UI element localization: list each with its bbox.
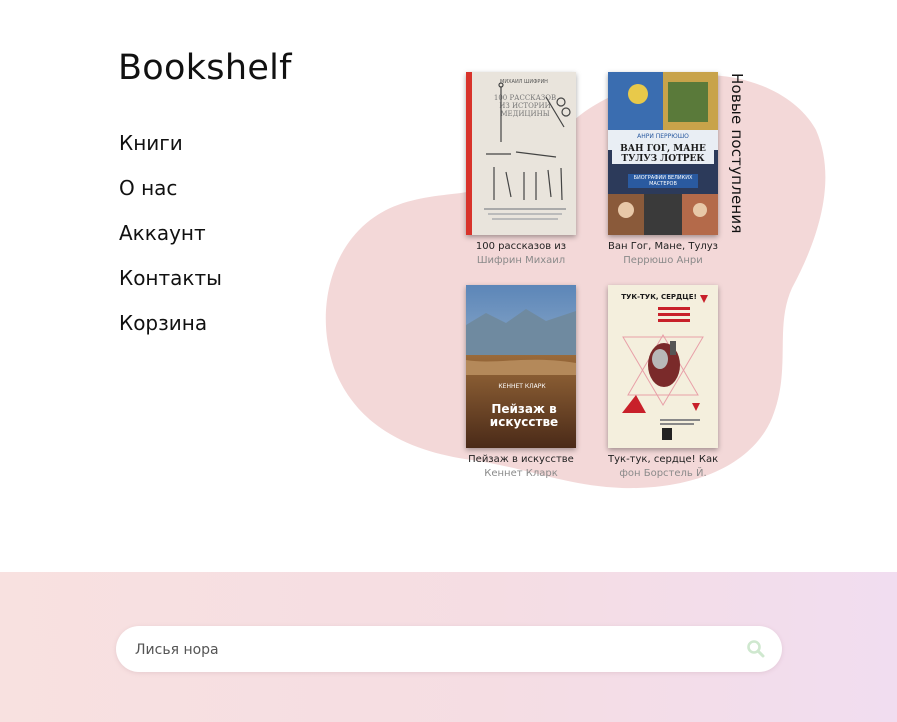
book-cover[interactable]: ТУК-ТУК, СЕРДЦЕ! [608,285,718,448]
new-arrivals-heading: Новые поступления [728,73,746,234]
search-input[interactable] [133,626,737,674]
footer [0,572,897,722]
book-author: Перрюшо Анри [623,255,703,266]
cover-author-text: АНРИ ПЕРРЮШО [637,133,689,140]
nav-item-account[interactable]: Аккаунт [119,220,222,265]
book-cover[interactable]: АНРИ ПЕРРЮШО ВАН ГОГ, МАНЕ ТУЛУЗ ЛОТРЕК … [608,72,718,235]
cover-series-text: БИОГРАФИИ ВЕЛИКИХ МАСТЕРОВ [628,174,698,188]
book-author: Шифрин Михаил [476,255,566,266]
book-card[interactable]: КЕННЕТ КЛАРК Пейзаж в искусстве Пейзаж в… [446,285,596,479]
book-title[interactable]: Ван Гог, Мане, Тулуз- [608,241,718,252]
cover-title-text: Пейзаж в искусстве [489,403,559,429]
search-icon[interactable] [746,639,766,659]
book-author: фон Борстель Й. [619,468,707,479]
book-card[interactable]: МИХАИЛ ШИФРИН 100 РАССКАЗОВ ИЗ ИСТОРИИ М… [446,72,596,266]
book-title[interactable]: 100 рассказов из [466,241,576,252]
nav-item-books[interactable]: Книги [119,130,222,175]
book-author: Кеннет Кларк [484,468,558,479]
book-card[interactable]: АНРИ ПЕРРЮШО ВАН ГОГ, МАНЕ ТУЛУЗ ЛОТРЕК … [588,72,738,266]
cover-title-text: ТУК-ТУК, СЕРДЦЕ! [621,293,697,301]
cover-author-text: МИХАИЛ ШИФРИН [500,79,548,85]
book-title[interactable]: Пейзаж в искусстве [466,454,576,465]
site-logo[interactable]: Bookshelf [118,48,292,88]
book-cover[interactable]: КЕННЕТ КЛАРК Пейзаж в искусстве [466,285,576,448]
book-cover[interactable]: МИХАИЛ ШИФРИН 100 РАССКАЗОВ ИЗ ИСТОРИИ М… [466,72,576,235]
main-nav: Книги О нас Аккаунт Контакты Корзина [119,130,222,355]
nav-item-contacts[interactable]: Контакты [119,265,222,310]
search-bar [116,626,782,674]
nav-item-cart[interactable]: Корзина [119,310,222,355]
book-card[interactable]: ТУК-ТУК, СЕРДЦЕ! Тук-тук, сердце! Как фо… [588,285,738,479]
nav-item-about[interactable]: О нас [119,175,222,220]
book-title[interactable]: Тук-тук, сердце! Как [608,454,718,465]
cover-title-text: ВАН ГОГ, МАНЕ ТУЛУЗ ЛОТРЕК [612,144,714,164]
cover-author-text: КЕННЕТ КЛАРК [498,383,546,390]
